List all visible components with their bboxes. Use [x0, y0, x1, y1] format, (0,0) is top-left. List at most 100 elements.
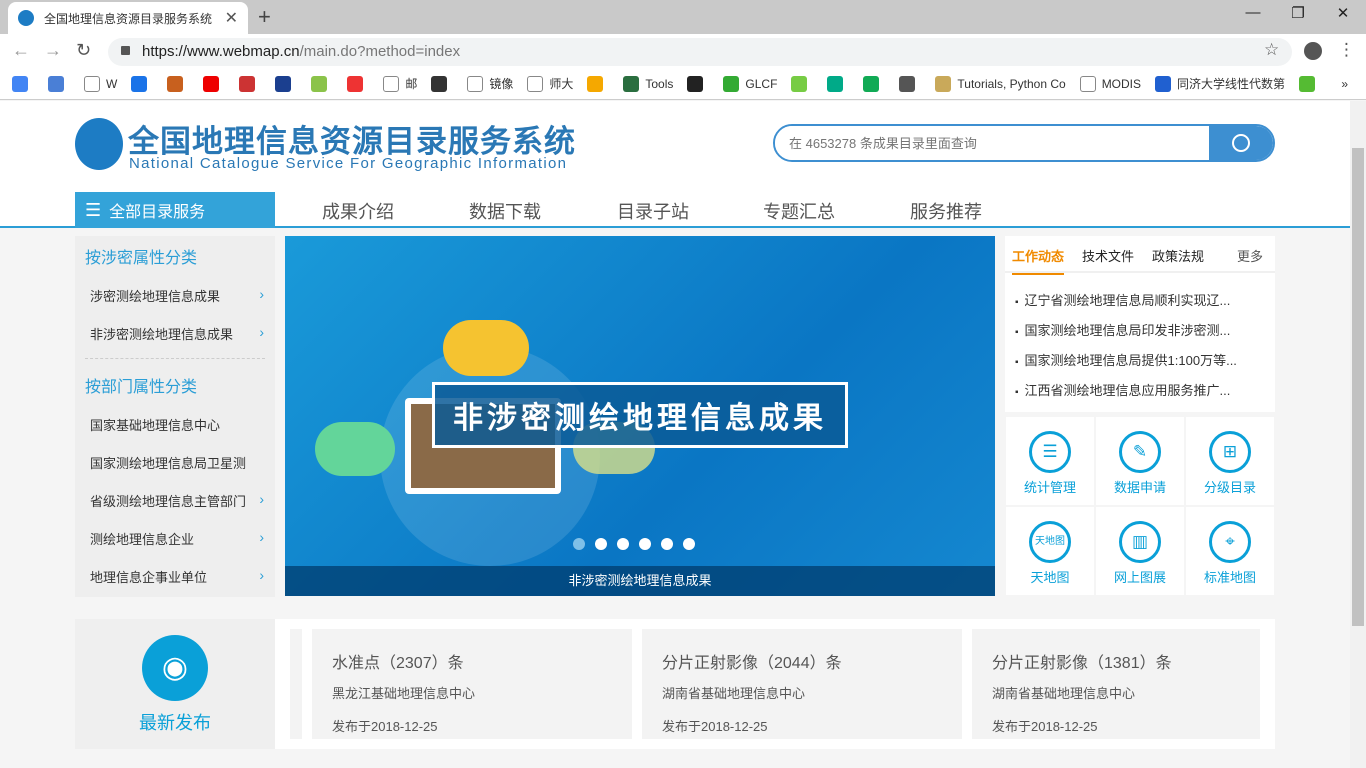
forward-icon[interactable]: →: [44, 40, 62, 61]
nav-item[interactable]: 成果介绍: [322, 198, 394, 224]
close-window-button[interactable]: ✕: [1320, 4, 1366, 22]
news-item[interactable]: 辽宁省测绘地理信息局顺利实现辽...: [1015, 290, 1231, 309]
bookmark-item[interactable]: 邮: [383, 75, 417, 92]
bookmark-icon: [467, 75, 484, 92]
tile-standard-map[interactable]: ⌖ 标准地图: [1186, 507, 1274, 595]
release-card[interactable]: 水准点（2307）条 黑龙江基础地理信息中心 发布于2018-12-25: [312, 629, 632, 739]
news-panel: 工作动态 技术文件 政策法规 更多 辽宁省测绘地理信息局顺利实现辽... 国家测…: [1005, 236, 1275, 412]
tab-tech-docs[interactable]: 技术文件: [1082, 246, 1134, 265]
bookmark-item[interactable]: [239, 75, 261, 92]
sidebar-item[interactable]: 国家测绘地理信息局卫星测: [90, 453, 270, 472]
bookmark-item[interactable]: [791, 75, 813, 92]
carousel-dot[interactable]: [595, 538, 607, 550]
bookmark-item[interactable]: [347, 75, 369, 92]
carousel-dot[interactable]: [639, 538, 651, 550]
nav-item[interactable]: 目录子站: [617, 198, 689, 224]
banner-carousel[interactable]: 非涉密测绘地理信息成果 非涉密测绘地理信息成果: [285, 236, 995, 596]
bookmark-item[interactable]: GLCF: [723, 75, 777, 92]
tianditu-logo-icon: 天地图: [1029, 521, 1071, 563]
bookmark-item[interactable]: W: [84, 75, 117, 92]
tile-hierarchy[interactable]: ⊞ 分级目录: [1186, 417, 1274, 505]
sidebar-item[interactable]: 涉密测绘地理信息成果 ›: [90, 286, 270, 305]
bookmark-item[interactable]: [587, 75, 609, 92]
tile-map-exhibit[interactable]: ▥ 网上图展: [1096, 507, 1184, 595]
bookmark-item[interactable]: MODIS: [1079, 75, 1141, 92]
sidebar-item[interactable]: 省级测绘地理信息主管部门 ›: [90, 491, 270, 510]
carousel-dot[interactable]: [617, 538, 629, 550]
url-path: /main.do?method=index: [299, 43, 461, 60]
list-icon: ☰: [1029, 431, 1071, 473]
bookmark-icon: [527, 75, 544, 92]
bookmark-item[interactable]: [275, 75, 297, 92]
sidebar-item[interactable]: 非涉密测绘地理信息成果 ›: [90, 324, 270, 343]
latest-releases: ◉ 最新发布 水准点（2307）条 黑龙江基础地理信息中心 发布于2018-12-25…: [75, 619, 1275, 749]
sidebar-item[interactable]: 测绘地理信息企业 ›: [90, 529, 270, 548]
news-item[interactable]: 国家测绘地理信息局印发非涉密测...: [1015, 320, 1231, 339]
bookmark-star-icon[interactable]: ☆: [1264, 40, 1279, 60]
bookmark-icon: [347, 75, 364, 92]
sidebar-item[interactable]: 地理信息企事业单位 ›: [90, 567, 270, 586]
bookmark-item[interactable]: 镜像: [467, 75, 513, 92]
bookmark-icon: [12, 75, 28, 92]
back-icon[interactable]: ←: [12, 40, 30, 61]
bookmark-item[interactable]: [311, 75, 333, 92]
bookmark-item[interactable]: [431, 75, 453, 92]
more-link[interactable]: 更多: [1237, 246, 1263, 265]
carousel-dot[interactable]: [573, 538, 585, 550]
carousel-dot[interactable]: [661, 538, 673, 550]
browser-tab[interactable]: 全国地理信息资源目录服务系统 ✕: [8, 2, 248, 34]
url-bar[interactable]: https://www.webmap.cn/main.do?method=ind…: [108, 38, 1292, 66]
bookmark-item[interactable]: Tutorials, Python Co: [935, 75, 1066, 92]
carousel-dot[interactable]: [683, 538, 695, 550]
carousel-dots: [573, 538, 695, 550]
minimize-button[interactable]: —: [1230, 4, 1276, 21]
rss-icon: ◉: [142, 635, 208, 701]
bookmark-item[interactable]: 同济大学线性代数第: [1155, 75, 1285, 92]
search-input[interactable]: [775, 126, 1205, 160]
bookmark-item[interactable]: [48, 75, 70, 92]
menu-icon[interactable]: ⋮: [1338, 40, 1355, 60]
sidebar-heading: 按涉密属性分类: [85, 250, 198, 267]
bookmark-item[interactable]: [687, 75, 709, 92]
latest-header[interactable]: ◉ 最新发布: [75, 619, 275, 749]
scrollbar-thumb[interactable]: [1352, 148, 1364, 626]
reload-icon[interactable]: ↻: [76, 40, 91, 61]
bookmark-item[interactable]: [827, 75, 849, 92]
globe-logo-icon: [75, 118, 123, 170]
tile-tianditu[interactable]: 天地图 天地图: [1006, 507, 1094, 595]
tile-data-request[interactable]: ✎ 数据申请: [1096, 417, 1184, 505]
bookmark-item[interactable]: [131, 75, 153, 92]
latest-label: 最新发布: [139, 713, 211, 733]
release-card[interactable]: 分片正射影像（1381）条 湖南省基础地理信息中心 发布于2018-12-25: [972, 629, 1260, 739]
bookmark-item[interactable]: [1299, 75, 1321, 92]
scroll-prev[interactable]: [290, 629, 302, 739]
news-item[interactable]: 国家测绘地理信息局提供1:100万等...: [1015, 350, 1237, 369]
bookmark-item[interactable]: 师大: [527, 75, 573, 92]
bookmark-icon: [863, 75, 880, 92]
nav-item[interactable]: 服务推荐: [910, 198, 982, 224]
nav-item[interactable]: 数据下载: [469, 198, 541, 224]
bookmark-item[interactable]: Tools: [623, 75, 673, 92]
search-button[interactable]: [1209, 126, 1273, 160]
bookmark-icon: [1079, 75, 1096, 92]
profile-icon[interactable]: [1304, 42, 1322, 60]
close-tab-icon[interactable]: ✕: [225, 8, 238, 28]
bookmark-item[interactable]: »: [1341, 77, 1348, 91]
bookmark-item[interactable]: [12, 75, 34, 92]
bookmark-icon: [239, 75, 256, 92]
all-catalog-button[interactable]: ☰ 全部目录服务: [75, 192, 275, 228]
bookmark-item[interactable]: [203, 75, 225, 92]
release-card[interactable]: 分片正射影像（2044）条 湖南省基础地理信息中心 发布于2018-12-25: [642, 629, 962, 739]
bookmark-item[interactable]: [863, 75, 885, 92]
nav-item[interactable]: 专题汇总: [763, 198, 835, 224]
tile-statistics[interactable]: ☰ 统计管理: [1006, 417, 1094, 505]
bookmark-icon: [587, 75, 604, 92]
bookmark-icon: [48, 75, 64, 92]
news-item[interactable]: 江西省测绘地理信息应用服务推广...: [1015, 380, 1231, 399]
sidebar-item[interactable]: 国家基础地理信息中心: [90, 415, 270, 434]
new-tab-button[interactable]: +: [258, 4, 271, 30]
tab-policy[interactable]: 政策法规: [1152, 246, 1204, 265]
bookmark-item[interactable]: [899, 75, 921, 92]
restore-button[interactable]: ❐: [1275, 4, 1321, 22]
bookmark-item[interactable]: [167, 75, 189, 92]
